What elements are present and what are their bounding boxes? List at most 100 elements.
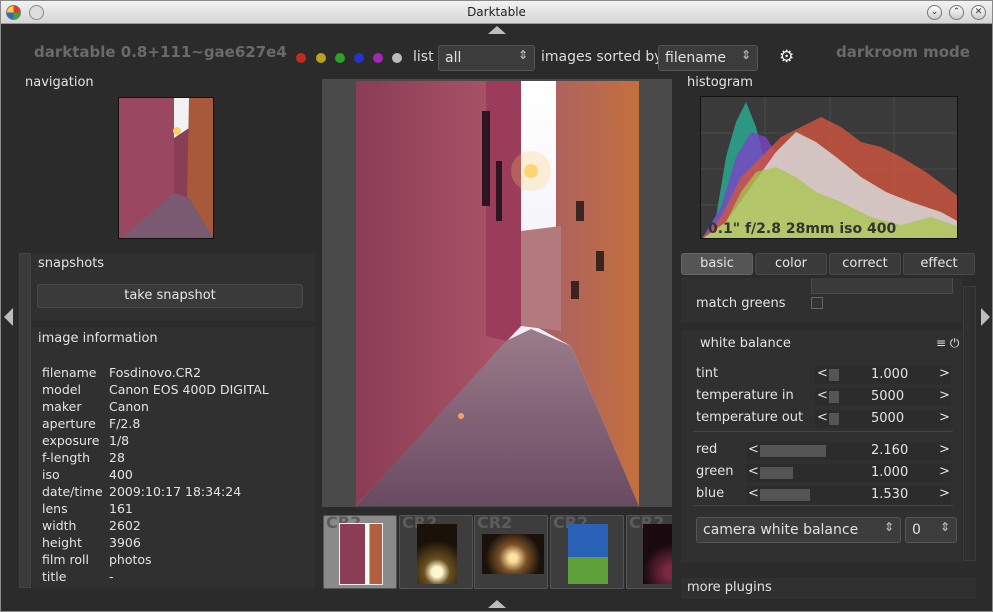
main-image-render — [356, 81, 639, 506]
minimize-icon[interactable]: ⌄ — [927, 5, 942, 20]
image-info-key: lens — [42, 501, 68, 516]
collapse-bottom-arrow-icon[interactable] — [488, 600, 506, 608]
close-icon[interactable]: ✕ — [971, 5, 986, 20]
title-bar: Darktable ⌄ ⌃ ✕ — [1, 1, 992, 24]
slider-decrement-icon[interactable]: < — [748, 442, 759, 457]
tab-correct[interactable]: correct — [829, 253, 901, 275]
separator — [693, 505, 953, 506]
collapsed-select[interactable] — [811, 278, 953, 294]
top-header: darktable 0.8+111~gae627e4 list all ⇕ ima… — [1, 37, 992, 73]
collapse-left-arrow-icon[interactable] — [4, 308, 13, 326]
navigation-thumbnail[interactable] — [118, 97, 214, 239]
slider-increment-icon[interactable]: > — [939, 486, 950, 501]
image-info-value: Fosdinovo.CR2 — [109, 365, 202, 380]
separator — [693, 431, 953, 432]
snapshots-module: snapshots take snapshot — [32, 253, 315, 321]
image-info-key: filename — [42, 365, 97, 380]
slider[interactable]: <5000 > — [815, 410, 951, 428]
image-info-key: maker — [42, 399, 82, 414]
color-label-blue[interactable] — [354, 53, 364, 63]
list-label: list — [413, 49, 434, 65]
image-info-value: F/2.8 — [109, 416, 141, 431]
collapse-top-arrow-icon[interactable] — [488, 26, 506, 34]
color-label-green[interactable] — [335, 53, 345, 63]
navigation-image — [119, 98, 213, 238]
left-panel-scrollbar[interactable] — [19, 253, 31, 588]
presets-and-power-icons[interactable]: ≡ ⏻ — [936, 336, 959, 351]
white-balance-preset-select[interactable]: camera white balance ⇕ — [696, 517, 901, 543]
filmstrip-item[interactable]: CR2 — [550, 513, 624, 589]
filmstrip-item[interactable]: CR2 — [626, 513, 672, 589]
filmstrip-item[interactable]: CR2 — [399, 513, 473, 589]
slider-decrement-icon[interactable]: < — [817, 410, 828, 425]
gear-icon[interactable]: ⚙ — [779, 47, 794, 67]
fine-tune-spinner[interactable]: 0 ⇕ — [905, 517, 957, 543]
white-balance-title: white balance — [700, 336, 791, 351]
slider-label: temperature in — [696, 388, 794, 403]
slider-fill — [829, 369, 839, 381]
image-info-key: film roll — [42, 552, 89, 567]
take-snapshot-button[interactable]: take snapshot — [37, 284, 303, 308]
slider-fill — [760, 489, 810, 501]
spinner-arrows-icon: ⇕ — [939, 520, 950, 534]
slider-decrement-icon[interactable]: < — [748, 486, 759, 501]
color-label-purple[interactable] — [373, 53, 383, 63]
slider-value: 1.000 — [871, 465, 909, 480]
more-plugins-module[interactable]: more plugins — [681, 578, 976, 599]
thumbnail-image — [417, 524, 457, 584]
more-plugins-label: more plugins — [687, 580, 772, 595]
slider-increment-icon[interactable]: > — [939, 410, 950, 425]
histogram: 0.1" f/2.8 28mm iso 400 — [700, 96, 958, 239]
color-label-yellow[interactable] — [316, 53, 326, 63]
sort-by-select[interactable]: filename ⇕ — [658, 45, 758, 71]
slider-fill — [829, 391, 839, 403]
image-info-value: Canon — [109, 399, 149, 414]
slider-decrement-icon[interactable]: < — [817, 366, 828, 381]
slider-fill — [760, 467, 793, 479]
filmstrip-item[interactable]: CR2 — [323, 513, 397, 589]
slider[interactable]: <1.000 > — [746, 464, 951, 482]
slider[interactable]: <2.160 > — [746, 442, 951, 460]
tab-color[interactable]: color — [755, 253, 827, 275]
slider-value: 2.160 — [871, 443, 909, 458]
thumbnail-image — [643, 524, 672, 584]
slider-label: red — [696, 442, 718, 457]
slider-value: 1.530 — [871, 487, 909, 502]
slider-increment-icon[interactable]: > — [939, 366, 950, 381]
color-label-gray[interactable] — [392, 53, 402, 63]
tab-basic[interactable]: basic — [681, 253, 753, 275]
slider-increment-icon[interactable]: > — [939, 442, 950, 457]
maximize-icon[interactable]: ⌃ — [949, 5, 964, 20]
slider-increment-icon[interactable]: > — [939, 388, 950, 403]
chevron-updown-icon: ⇕ — [517, 48, 528, 62]
collapse-right-arrow-icon[interactable] — [981, 308, 990, 326]
image-info-value: - — [109, 569, 114, 584]
image-info-value: 1/8 — [109, 433, 130, 448]
color-label-red[interactable] — [296, 53, 306, 63]
slider-decrement-icon[interactable]: < — [817, 388, 828, 403]
chevron-updown-icon: ⇕ — [740, 48, 751, 62]
slider[interactable]: <1.530 > — [746, 486, 951, 504]
slider[interactable]: <1.000 > — [815, 366, 951, 384]
darktable-window: Darktable ⌄ ⌃ ✕ darktable 0.8+111~gae627… — [0, 0, 993, 612]
image-info-value: 2009:10:17 18:34:24 — [109, 484, 242, 499]
match-greens-label: match greens — [696, 296, 786, 311]
image-info-key: f-length — [42, 450, 91, 465]
list-filter-select[interactable]: all ⇕ — [438, 45, 535, 71]
histogram-exif-caption: 0.1" f/2.8 28mm iso 400 — [708, 221, 897, 237]
chevron-updown-icon: ⇕ — [883, 520, 894, 534]
image-info-value: 400 — [109, 467, 133, 482]
match-greens-checkbox[interactable] — [811, 297, 823, 309]
main-image[interactable] — [356, 81, 639, 506]
image-info-key: aperture — [42, 416, 96, 431]
tab-effect[interactable]: effect — [903, 253, 975, 275]
thumbnail-image — [482, 534, 544, 574]
right-panel-scrollbar[interactable] — [963, 286, 976, 561]
filmstrip-item[interactable]: CR2 — [474, 513, 548, 589]
image-info-value: 3906 — [109, 535, 141, 550]
slider-decrement-icon[interactable]: < — [748, 464, 759, 479]
slider-increment-icon[interactable]: > — [939, 464, 950, 479]
slider[interactable]: <5000 > — [815, 388, 951, 406]
slider-value: 5000 — [871, 411, 905, 426]
slider-value: 1.000 — [871, 367, 909, 382]
